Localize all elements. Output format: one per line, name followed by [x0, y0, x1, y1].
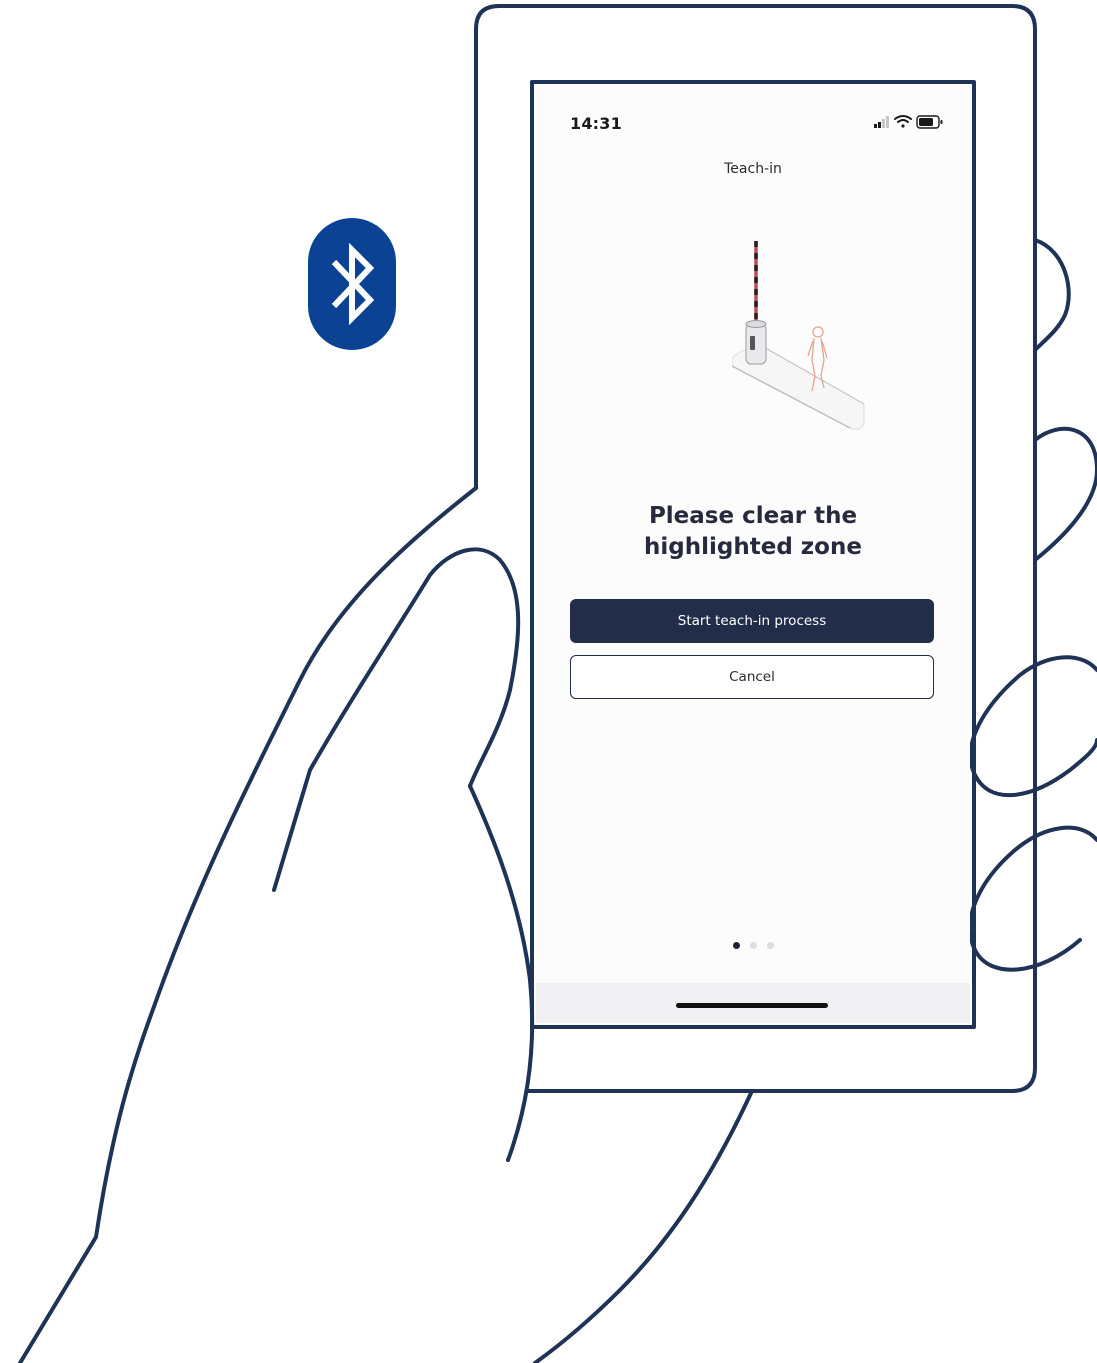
instruction-heading: Please clear the highlighted zone	[536, 501, 970, 563]
phone-screen: 14:31 Teach-in Please clear the highligh…	[536, 86, 970, 1023]
page-dot-1[interactable]	[732, 942, 740, 949]
phone-left-edge-outline	[474, 4, 501, 490]
status-icons	[874, 115, 943, 129]
cancel-button[interactable]: Cancel	[570, 655, 934, 699]
barrier-post	[745, 320, 767, 365]
palm-lower-line	[533, 1089, 754, 1363]
page-dot-2[interactable]	[749, 942, 757, 949]
start-teach-in-button-label: Start teach-in process	[677, 613, 827, 629]
start-teach-in-button[interactable]: Start teach-in process	[570, 599, 934, 643]
finger-second-outline	[1033, 426, 1097, 562]
status-time: 14:31	[570, 114, 622, 133]
page-indicator	[536, 942, 970, 952]
barrier-gate-illustration	[732, 241, 865, 430]
heading-line-1: Please clear the	[648, 503, 858, 529]
status-bar: 14:31	[536, 86, 970, 146]
hand-outer-edge	[18, 486, 478, 1363]
home-indicator[interactable]	[676, 1003, 828, 1008]
finger-top-outline	[1033, 238, 1071, 352]
nav-title: Teach-in	[724, 161, 782, 177]
page-dot-3[interactable]	[766, 942, 774, 949]
cellular-signal-icon	[874, 116, 889, 128]
palm-inner-line	[468, 784, 535, 1162]
thumb-outline	[272, 547, 521, 892]
cancel-button-label: Cancel	[729, 669, 775, 685]
battery-icon	[916, 115, 943, 129]
wifi-icon	[894, 115, 912, 128]
heading-line-2: highlighted zone	[644, 534, 862, 560]
bluetooth-icon	[308, 218, 396, 350]
home-indicator-area	[536, 983, 970, 1023]
